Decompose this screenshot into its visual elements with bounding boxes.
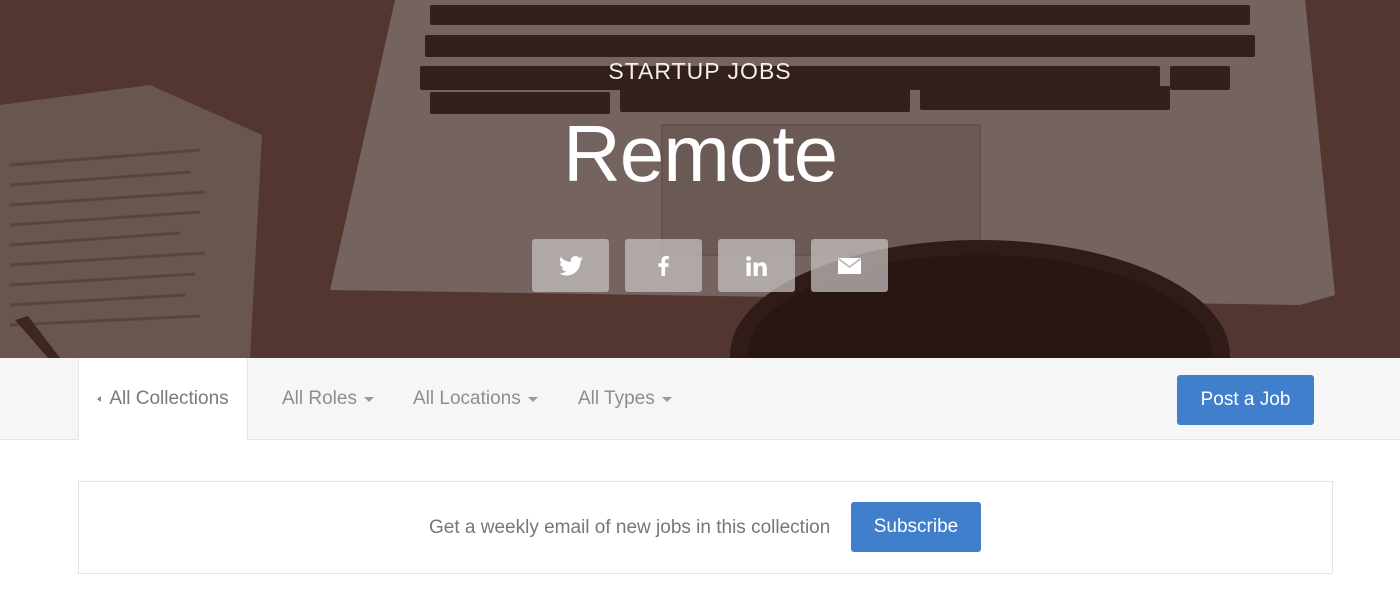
post-a-job-button[interactable]: Post a Job xyxy=(1177,375,1314,425)
caret-left-icon xyxy=(97,396,102,402)
types-filter-label: All Types xyxy=(578,388,655,409)
chevron-down-icon xyxy=(363,396,374,402)
subscribe-panel: Get a weekly email of new jobs in this c… xyxy=(78,481,1333,574)
subscribe-description: Get a weekly email of new jobs in this c… xyxy=(429,516,831,538)
roles-filter-dropdown[interactable]: All Roles xyxy=(282,358,374,440)
twitter-share-button[interactable] xyxy=(532,239,609,292)
subscribe-button[interactable]: Subscribe xyxy=(851,502,981,552)
twitter-icon xyxy=(558,255,583,275)
chevron-down-icon xyxy=(527,396,538,402)
linkedin-share-button[interactable] xyxy=(718,239,795,292)
types-filter-dropdown[interactable]: All Types xyxy=(578,358,672,440)
facebook-icon xyxy=(658,255,669,276)
all-collections-label: All Collections xyxy=(109,388,229,409)
email-icon xyxy=(838,257,861,274)
share-buttons xyxy=(532,239,888,292)
locations-filter-dropdown[interactable]: All Locations xyxy=(413,358,538,440)
page-title: Remote xyxy=(562,109,838,198)
hero-banner: STARTUP JOBS Remote xyxy=(0,0,1400,358)
filter-navbar: All Collections All Roles All Locations … xyxy=(0,358,1400,440)
roles-filter-label: All Roles xyxy=(282,388,357,409)
hero-eyebrow: STARTUP JOBS xyxy=(608,58,792,84)
chevron-down-icon xyxy=(661,396,672,402)
linkedin-icon xyxy=(745,255,767,276)
all-collections-link[interactable]: All Collections xyxy=(78,358,248,440)
locations-filter-label: All Locations xyxy=(413,388,521,409)
facebook-share-button[interactable] xyxy=(625,239,702,292)
email-share-button[interactable] xyxy=(811,239,888,292)
